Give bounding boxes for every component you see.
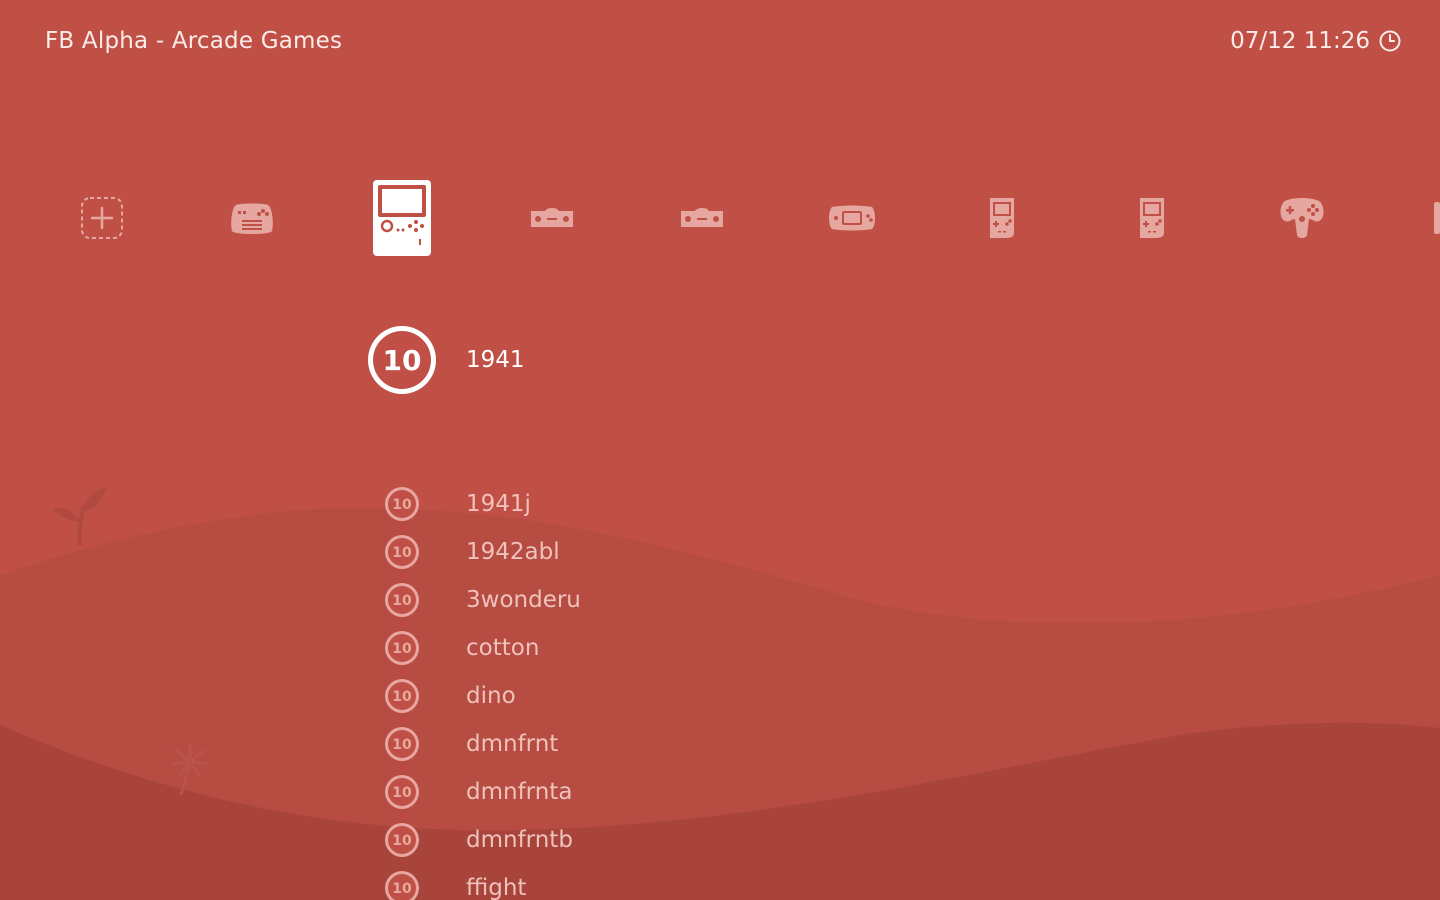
list-item-label: 1941j: [466, 491, 531, 517]
list-badge-text: 10: [392, 545, 412, 561]
fb-alpha-badge-icon: 10: [384, 822, 420, 858]
selected-game-row[interactable]: 10 1941: [366, 324, 525, 396]
list-item[interactable]: 10 3wonderu: [384, 582, 581, 618]
tab-system-4[interactable]: [502, 170, 602, 265]
list-item[interactable]: 10 cotton: [384, 630, 539, 666]
list-badge-text: 10: [392, 689, 412, 705]
list-item[interactable]: 10 dmnfrnta: [384, 774, 572, 810]
fb-alpha-badge-icon: 10: [366, 324, 438, 396]
tab-system-6[interactable]: [802, 170, 902, 265]
sega-genesis-icon: [679, 207, 725, 229]
list-item[interactable]: 10 1942abl: [384, 534, 560, 570]
game-boy-color-icon: [1138, 197, 1166, 239]
clock-text: 07/12 11:26: [1230, 28, 1370, 54]
fb-alpha-badge-icon: 10: [384, 630, 420, 666]
list-item[interactable]: 10 ffight: [384, 870, 526, 900]
selected-badge-text: 10: [383, 344, 422, 377]
tab-system-9[interactable]: [1252, 170, 1352, 265]
background-hills: [0, 0, 1440, 900]
list-item-label: 1942abl: [466, 539, 560, 565]
add-playlist-icon: [80, 196, 124, 240]
tab-add-playlist[interactable]: [52, 170, 152, 265]
list-item-label: dmnfrnta: [466, 779, 573, 805]
game-boy-advance-icon: [828, 205, 876, 231]
fb-alpha-badge-icon: 10: [384, 582, 420, 618]
gamepad-keyboard-icon: [230, 201, 274, 235]
tab-system-10[interactable]: [1390, 170, 1440, 265]
list-item-label: ffight: [466, 875, 527, 900]
selected-game-label: 1941: [466, 347, 525, 373]
tab-system-5[interactable]: [652, 170, 752, 265]
sega-genesis-icon: [529, 207, 575, 229]
page-title: FB Alpha - Arcade Games: [45, 28, 343, 54]
fb-alpha-badge-icon: 10: [384, 486, 420, 522]
list-badge-text: 10: [392, 833, 412, 849]
console-icon: [1432, 200, 1440, 236]
list-item[interactable]: 10 dino: [384, 678, 516, 714]
n64-controller-icon: [1279, 197, 1325, 239]
list-item[interactable]: 10 dmnfrnt: [384, 726, 558, 762]
game-boy-icon: [988, 197, 1016, 239]
tab-system-7[interactable]: [952, 170, 1052, 265]
list-badge-text: 10: [392, 641, 412, 657]
list-item-label: dmnfrntb: [466, 827, 573, 853]
list-item-label: 3wonderu: [466, 587, 581, 613]
list-badge-text: 10: [392, 737, 412, 753]
fb-alpha-badge-icon: 10: [384, 870, 420, 900]
list-badge-text: 10: [392, 785, 412, 801]
list-badge-text: 10: [392, 881, 412, 897]
list-badge-text: 10: [392, 593, 412, 609]
system-tab-strip: [0, 170, 1440, 265]
tab-system-8[interactable]: [1102, 170, 1202, 265]
list-badge-text: 10: [392, 497, 412, 513]
fb-alpha-badge-icon: 10: [384, 726, 420, 762]
fb-alpha-badge-icon: 10: [384, 774, 420, 810]
fb-alpha-badge-icon: 10: [384, 678, 420, 714]
list-item-label: dmnfrnt: [466, 731, 559, 757]
list-item-label: dino: [466, 683, 516, 709]
tab-system-3-selected[interactable]: [352, 170, 452, 265]
list-item[interactable]: 10 dmnfrntb: [384, 822, 573, 858]
handheld-console-icon: [372, 179, 432, 257]
clock-icon: [1378, 29, 1402, 53]
list-item-label: cotton: [466, 635, 540, 661]
list-item[interactable]: 10 1941j: [384, 486, 531, 522]
tab-system-2[interactable]: [202, 170, 302, 265]
fb-alpha-badge-icon: 10: [384, 534, 420, 570]
clock: 07/12 11:26: [1230, 28, 1402, 54]
